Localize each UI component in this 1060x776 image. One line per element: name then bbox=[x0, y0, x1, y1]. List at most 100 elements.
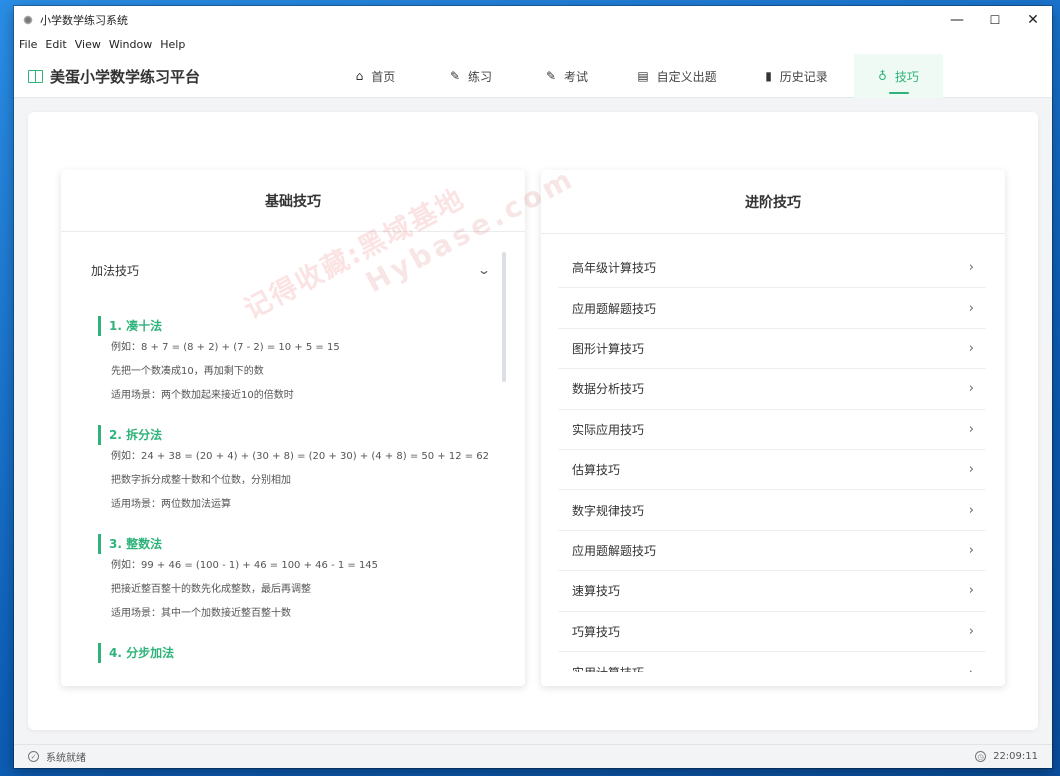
tip-title: 4. 分步加法 bbox=[98, 643, 498, 663]
brand-title: 美蛋小学数学练习平台 bbox=[50, 68, 201, 86]
chevron-right-icon: › bbox=[968, 502, 974, 518]
chevron-right-icon: › bbox=[968, 421, 974, 437]
menu-view[interactable]: View bbox=[75, 38, 101, 51]
list-item-label: 速算技巧 bbox=[572, 584, 621, 599]
list-item[interactable]: 数字规律技巧 › bbox=[558, 490, 986, 531]
advanced-tips-card: 进阶技巧 高年级计算技巧 › 应用题解题技巧 › 图形计算技巧 › 数据分析技巧 › 实… bbox=[541, 170, 1005, 686]
chevron-right-icon: › bbox=[968, 462, 974, 478]
status-left: ✓ 系统就绪 bbox=[28, 749, 86, 764]
check-circle-icon: ✓ bbox=[28, 751, 39, 762]
chevron-right-icon: › bbox=[968, 340, 974, 356]
advanced-tips-title: 进阶技巧 bbox=[541, 170, 1005, 234]
status-bar: ✓ 系统就绪 ◷ 22:09:11 bbox=[14, 744, 1052, 768]
list-item-label: 应用题解题技巧 bbox=[572, 543, 657, 558]
list-item[interactable]: 实用计算技巧 › bbox=[558, 652, 986, 672]
nav-label: 考试 bbox=[564, 69, 589, 84]
bar-chart-icon: ▮ bbox=[765, 69, 772, 83]
tip-scenario: 适用场景：两位数加法运算 bbox=[111, 499, 231, 510]
book-icon bbox=[28, 70, 43, 83]
list-item-label: 数据分析技巧 bbox=[572, 382, 645, 397]
nav-label: 历史记录 bbox=[779, 69, 828, 84]
list-item-label: 实用计算技巧 bbox=[572, 664, 644, 672]
app-header: 美蛋小学数学练习平台 ⌂ 首页 ✎ 练习 ✎ 考试 ▤ 自定义出题 ▮ 历史记录 bbox=[14, 54, 1052, 98]
list-item-label: 图形计算技巧 bbox=[572, 341, 645, 356]
window-title: 小学数学练习系统 bbox=[40, 14, 128, 27]
advanced-tips-list: 高年级计算技巧 › 应用题解题技巧 › 图形计算技巧 › 数据分析技巧 › 实际应用技巧… bbox=[558, 248, 986, 672]
main-nav: ⌂ 首页 ✎ 练习 ✎ 考试 ▤ 自定义出题 ▮ 历史记录 ♁ 技巧 bbox=[328, 54, 943, 98]
app-icon bbox=[23, 15, 33, 25]
basic-tips-title: 基础技巧 bbox=[61, 170, 525, 232]
menu-bar: File Edit View Window Help bbox=[14, 34, 1052, 54]
maximize-button[interactable]: ☐ bbox=[976, 6, 1014, 34]
tip-item: 3. 整数法 例如：99 + 46 = (100 - 1) + 46 = 100… bbox=[98, 534, 498, 626]
tip-scenario: 适用场景：其中一个加数接近整百整十数 bbox=[111, 608, 291, 619]
addition-tips-collapse-header[interactable]: 加法技巧 ⌄ bbox=[91, 260, 492, 280]
list-item[interactable]: 应用题解题技巧 › bbox=[558, 531, 986, 572]
status-time: 22:09:11 bbox=[993, 751, 1038, 762]
list-item-label: 数字规律技巧 bbox=[572, 503, 645, 518]
tip-item: 1. 凑十法 例如：8 + 7 = (8 + 2) + (7 - 2) = 10… bbox=[98, 316, 498, 408]
menu-window[interactable]: Window bbox=[109, 38, 152, 51]
menu-help[interactable]: Help bbox=[160, 38, 185, 51]
menu-edit[interactable]: Edit bbox=[45, 38, 66, 51]
tip-title: 1. 凑十法 bbox=[98, 316, 498, 336]
tip-example: 例如：99 + 46 = (100 - 1) + 46 = 100 + 46 -… bbox=[111, 560, 379, 571]
list-item[interactable]: 巧算技巧 › bbox=[558, 612, 986, 652]
chevron-right-icon: › bbox=[968, 300, 974, 316]
list-item[interactable]: 图形计算技巧 › bbox=[558, 329, 986, 370]
brand[interactable]: 美蛋小学数学练习平台 bbox=[28, 66, 200, 87]
home-icon: ⌂ bbox=[355, 69, 364, 83]
minimize-button[interactable]: — bbox=[938, 6, 976, 34]
list-item[interactable]: 高年级计算技巧 › bbox=[558, 248, 986, 289]
title-bar: 小学数学练习系统 — ☐ ✕ bbox=[14, 6, 1052, 34]
chevron-right-icon: › bbox=[968, 260, 974, 276]
tip-scenario: 适用场景：两个数加起来接近10的倍数时 bbox=[111, 390, 294, 401]
tip-description: 把数字拆分成整十数和个位数，分别相加 bbox=[111, 475, 291, 486]
basic-tips-card: 基础技巧 加法技巧 ⌄ 1. 凑十法 例如：8 + 7 = (8 + 2) + … bbox=[61, 170, 525, 686]
nav-history[interactable]: ▮ 历史记录 bbox=[739, 54, 854, 98]
list-item[interactable]: 数据分析技巧 › bbox=[558, 369, 986, 410]
chevron-right-icon: › bbox=[968, 583, 974, 599]
chevron-right-icon: › bbox=[968, 542, 974, 558]
nav-label: 首页 bbox=[371, 69, 396, 84]
nav-custom-questions[interactable]: ▤ 自定义出题 bbox=[615, 54, 739, 98]
nav-label: 练习 bbox=[468, 69, 493, 84]
tip-example: 例如：8 + 7 = (8 + 2) + (7 - 2) = 10 + 5 = … bbox=[111, 342, 340, 353]
list-item-label: 应用题解题技巧 bbox=[572, 301, 657, 316]
app-window: 小学数学练习系统 — ☐ ✕ File Edit View Window Hel… bbox=[14, 6, 1052, 768]
lightbulb-icon: ♁ bbox=[878, 69, 887, 83]
menu-file[interactable]: File bbox=[19, 38, 37, 51]
list-item-label: 巧算技巧 bbox=[572, 624, 621, 639]
tip-example: 例如：24 + 38 = (20 + 4) + (30 + 8) = (20 +… bbox=[111, 451, 490, 462]
list-item[interactable]: 速算技巧 › bbox=[558, 571, 986, 612]
window-controls: — ☐ ✕ bbox=[938, 6, 1052, 34]
document-icon: ▤ bbox=[637, 69, 649, 83]
chevron-right-icon: › bbox=[968, 623, 974, 639]
tip-title: 2. 拆分法 bbox=[98, 425, 498, 445]
scrollbar-thumb[interactable] bbox=[502, 252, 506, 382]
nav-exam[interactable]: ✎ 考试 bbox=[519, 54, 615, 98]
nav-label: 技巧 bbox=[894, 69, 919, 84]
list-item[interactable]: 实际应用技巧 › bbox=[558, 410, 986, 450]
tip-item: 2. 拆分法 例如：24 + 38 = (20 + 4) + (30 + 8) … bbox=[98, 425, 498, 517]
nav-home[interactable]: ⌂ 首页 bbox=[328, 54, 423, 98]
list-item-label: 高年级计算技巧 bbox=[572, 261, 657, 276]
chevron-right-icon: › bbox=[968, 381, 974, 397]
tip-description: 把接近整百整十的数先化成整数，最后再调整 bbox=[111, 584, 311, 595]
main-panel: 基础技巧 加法技巧 ⌄ 1. 凑十法 例如：8 + 7 = (8 + 2) + … bbox=[28, 112, 1038, 730]
tip-description: 先把一个数凑成10，再加剩下的数 bbox=[111, 366, 264, 377]
collapse-label: 加法技巧 bbox=[91, 263, 140, 278]
chevron-down-icon: ⌄ bbox=[476, 263, 492, 277]
clock-icon: ◷ bbox=[975, 751, 987, 762]
nav-practice[interactable]: ✎ 练习 bbox=[423, 54, 519, 98]
list-item-label: 实际应用技巧 bbox=[572, 422, 645, 437]
chevron-right-icon: › bbox=[969, 666, 974, 672]
list-item[interactable]: 估算技巧 › bbox=[558, 450, 986, 491]
list-item-label: 估算技巧 bbox=[572, 463, 621, 478]
close-button[interactable]: ✕ bbox=[1014, 6, 1052, 34]
tip-title: 3. 整数法 bbox=[98, 534, 498, 554]
list-item[interactable]: 应用题解题技巧 › bbox=[558, 288, 986, 329]
nav-tips[interactable]: ♁ 技巧 bbox=[854, 54, 943, 98]
nav-label: 自定义出题 bbox=[656, 69, 717, 84]
tip-item: 4. 分步加法 bbox=[98, 643, 498, 663]
